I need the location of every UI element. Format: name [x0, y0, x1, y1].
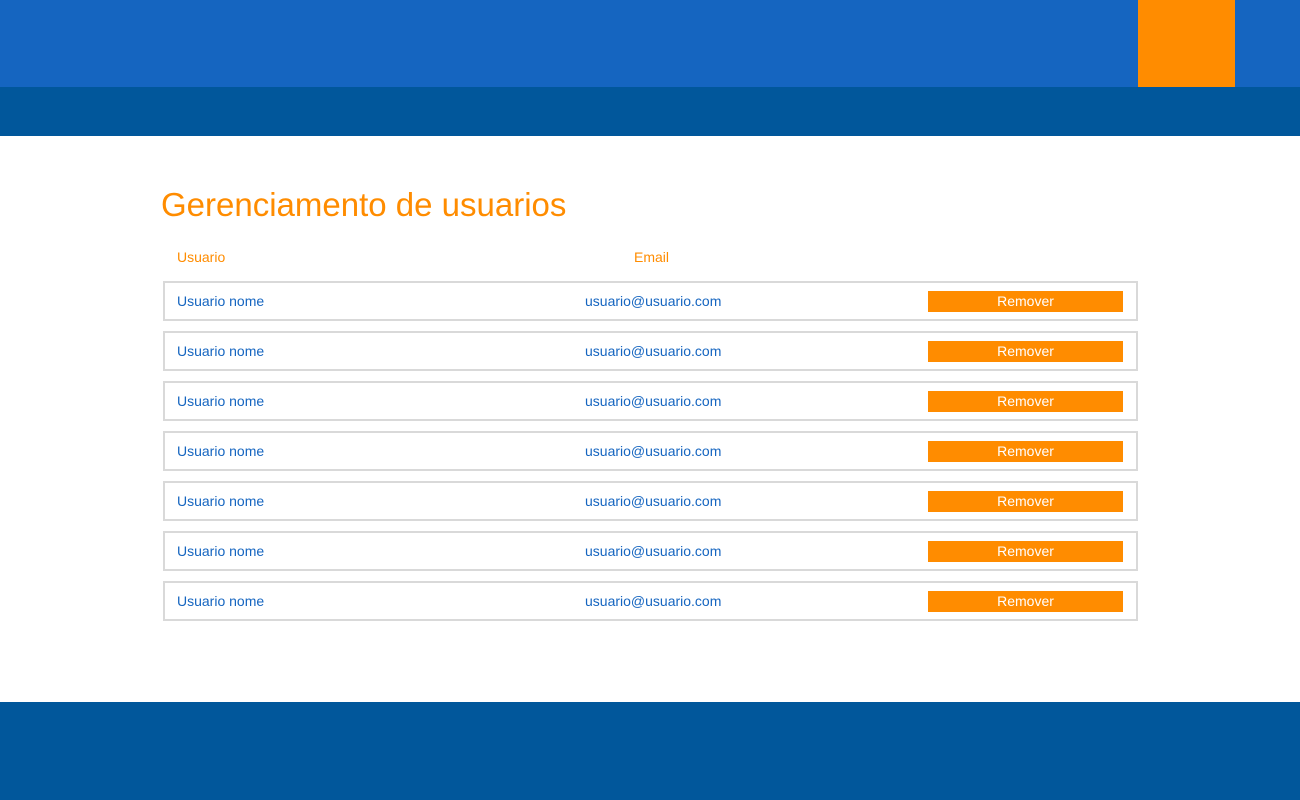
user-email: usuario@usuario.com [585, 593, 722, 609]
user-row: Usuario nome usuario@usuario.com Remover [163, 481, 1138, 521]
page-title: Gerenciamento de usuarios [161, 186, 567, 223]
user-email: usuario@usuario.com [585, 443, 722, 459]
user-name: Usuario nome [177, 343, 265, 359]
user-name: Usuario nome [177, 443, 265, 459]
user-row: Usuario nome usuario@usuario.com Remover [163, 431, 1138, 471]
remove-button[interactable]: Remover [928, 291, 1123, 312]
user-row: Usuario nome usuario@usuario.com Remover [163, 331, 1138, 371]
column-header-email: Email [634, 249, 670, 265]
footer-bar [0, 702, 1300, 800]
user-name: Usuario nome [177, 593, 265, 609]
remove-button[interactable]: Remover [928, 591, 1123, 612]
user-row: Usuario nome usuario@usuario.com Remover [163, 581, 1138, 621]
user-name: Usuario nome [177, 493, 265, 509]
user-email: usuario@usuario.com [585, 293, 722, 309]
user-email: usuario@usuario.com [585, 393, 722, 409]
user-row: Usuario nome usuario@usuario.com Remover [163, 281, 1138, 321]
user-name: Usuario nome [177, 293, 265, 309]
user-row: Usuario nome usuario@usuario.com Remover [163, 381, 1138, 421]
navigation-bar [0, 87, 1300, 136]
top-header-bar [0, 0, 1300, 87]
remove-button[interactable]: Remover [928, 541, 1123, 562]
user-name: Usuario nome [177, 393, 265, 409]
user-email: usuario@usuario.com [585, 493, 722, 509]
user-email: usuario@usuario.com [585, 543, 722, 559]
user-row: Usuario nome usuario@usuario.com Remover [163, 531, 1138, 571]
user-name: Usuario nome [177, 543, 265, 559]
remove-button[interactable]: Remover [928, 491, 1123, 512]
remove-button[interactable]: Remover [928, 341, 1123, 362]
remove-button[interactable]: Remover [928, 391, 1123, 412]
header-accent-block [1138, 0, 1235, 87]
column-header-user: Usuario [177, 249, 226, 265]
remove-button[interactable]: Remover [928, 441, 1123, 462]
user-list: Usuario nome usuario@usuario.com Remover… [163, 281, 1138, 631]
user-email: usuario@usuario.com [585, 343, 722, 359]
